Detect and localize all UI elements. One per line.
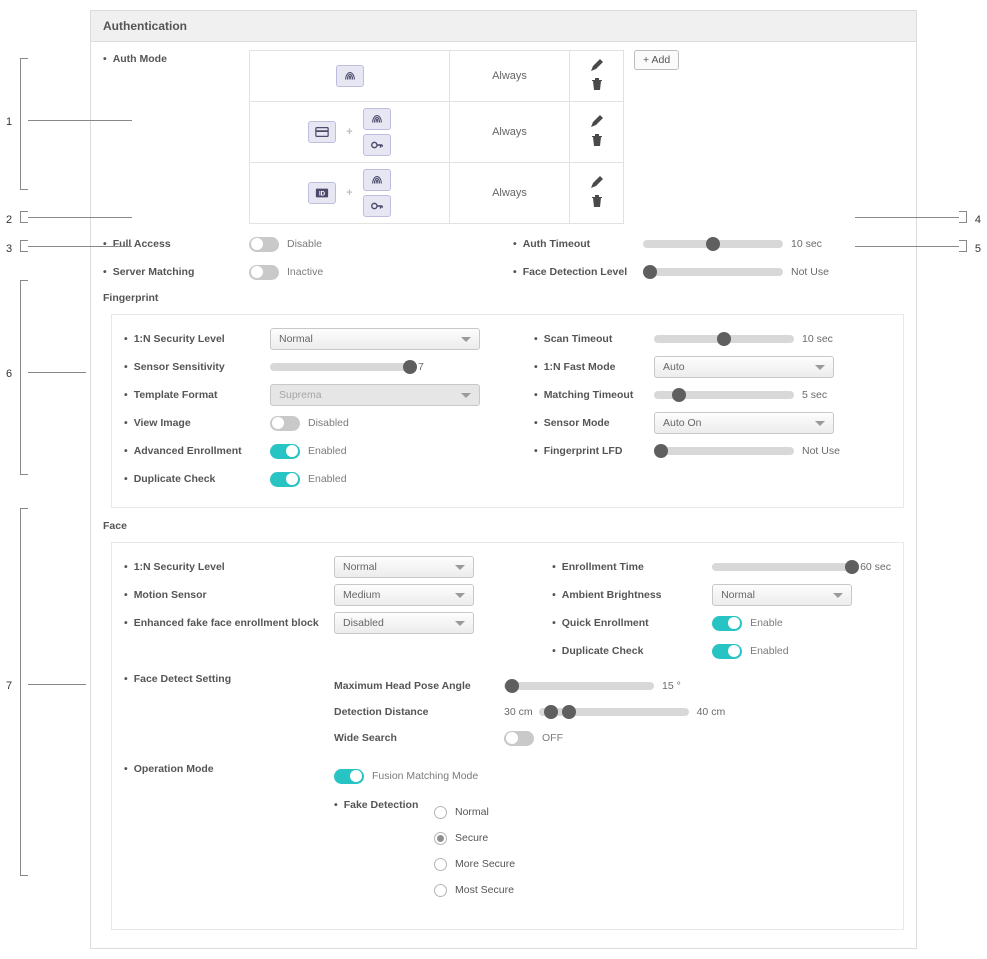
face-dup-check-toggle[interactable]: [712, 644, 742, 659]
key-icon: [363, 134, 391, 156]
radio-icon[interactable]: [434, 858, 447, 871]
quick-enroll-toggle[interactable]: [712, 616, 742, 631]
delete-icon[interactable]: [589, 76, 605, 92]
radio-label: Normal: [455, 806, 489, 818]
fp-dup-check-toggle[interactable]: [270, 472, 300, 487]
chevron-down-icon: [455, 593, 465, 598]
fingerprint-section: 1:N Security Level Normal Sensor Sensiti…: [111, 314, 904, 508]
face-detection-level-field: Face Detection Level Not Use: [513, 258, 904, 286]
template-format-select: Suprema: [270, 384, 480, 406]
authentication-panel: Authentication Auth Mode Always: [90, 10, 917, 949]
callout-5: 5: [975, 243, 981, 255]
auth-mode-label: Auth Mode: [103, 53, 167, 65]
server-matching-field: Server Matching Inactive: [103, 258, 513, 286]
view-image-toggle[interactable]: [270, 416, 300, 431]
chevron-down-icon: [455, 621, 465, 626]
panel-title: Authentication: [91, 11, 916, 42]
edit-icon[interactable]: [589, 174, 605, 190]
callout-7: 7: [6, 680, 12, 692]
head-angle-slider[interactable]: [504, 681, 654, 691]
radio-label: Secure: [455, 832, 488, 844]
schedule-cell: Always: [450, 51, 570, 102]
fast-mode-select[interactable]: Auto: [654, 356, 834, 378]
sensor-sensitivity-slider[interactable]: [270, 362, 410, 372]
ambient-select[interactable]: Normal: [712, 584, 852, 606]
auth-timeout-field: Auth Timeout 10 sec: [513, 230, 904, 258]
chevron-down-icon: [461, 337, 471, 342]
id-icon: [308, 182, 336, 204]
key-icon: [363, 195, 391, 217]
fingerprint-icon: [363, 108, 391, 130]
delete-icon[interactable]: [589, 193, 605, 209]
motion-sensor-select[interactable]: Medium: [334, 584, 474, 606]
radio-icon[interactable]: [434, 832, 447, 845]
callout-1: 1: [6, 116, 12, 128]
fake-detection-option[interactable]: Most Secure: [434, 877, 515, 903]
fingerprint-icon: [363, 169, 391, 191]
chevron-down-icon: [461, 393, 471, 398]
card-icon: [308, 121, 336, 143]
face-title: Face: [103, 520, 904, 532]
face-security-select[interactable]: Normal: [334, 556, 474, 578]
auth-mode-row: Auth Mode Always: [103, 50, 904, 224]
sensor-mode-select[interactable]: Auto On: [654, 412, 834, 434]
adv-enroll-toggle[interactable]: [270, 444, 300, 459]
face-section: 1:N Security Level Normal Motion Sensor …: [111, 542, 904, 930]
fp-security-select[interactable]: Normal: [270, 328, 480, 350]
edit-icon[interactable]: [589, 57, 605, 73]
chevron-down-icon: [455, 565, 465, 570]
edit-icon[interactable]: [589, 113, 605, 129]
fake-block-select[interactable]: Disabled: [334, 612, 474, 634]
auth-mode-table: Always +: [249, 50, 624, 224]
callout-2: 2: [6, 214, 12, 226]
enroll-time-slider[interactable]: [712, 562, 852, 572]
auth-mode-row-1: Always: [250, 51, 624, 102]
radio-label: More Secure: [455, 858, 515, 870]
radio-label: Most Secure: [455, 884, 514, 896]
delete-icon[interactable]: [589, 132, 605, 148]
chevron-down-icon: [833, 593, 843, 598]
auth-mode-row-3: + Always: [250, 163, 624, 224]
server-matching-toggle[interactable]: [249, 265, 279, 280]
chevron-down-icon: [815, 421, 825, 426]
full-access-field: Full Access Disable: [103, 230, 513, 258]
add-button[interactable]: + Add: [634, 50, 679, 70]
lfd-slider[interactable]: [654, 446, 794, 456]
fake-detection-option[interactable]: Secure: [434, 825, 515, 851]
radio-icon[interactable]: [434, 806, 447, 819]
full-access-toggle[interactable]: [249, 237, 279, 252]
match-timeout-slider[interactable]: [654, 390, 794, 400]
callout-6: 6: [6, 368, 12, 380]
fingerprint-icon: [336, 65, 364, 87]
radio-icon[interactable]: [434, 884, 447, 897]
wide-search-toggle[interactable]: [504, 731, 534, 746]
auth-mode-row-2: + Always: [250, 102, 624, 163]
callout-4: 4: [975, 214, 981, 226]
auth-timeout-slider[interactable]: [643, 239, 783, 249]
scan-timeout-slider[interactable]: [654, 334, 794, 344]
face-detection-slider[interactable]: [643, 267, 783, 277]
fake-detection-option[interactable]: Normal: [434, 799, 515, 825]
distance-slider[interactable]: [539, 707, 689, 717]
fake-detection-option[interactable]: More Secure: [434, 851, 515, 877]
chevron-down-icon: [815, 365, 825, 370]
fusion-mode-toggle[interactable]: [334, 769, 364, 784]
fingerprint-title: Fingerprint: [103, 292, 904, 304]
callout-3: 3: [6, 243, 12, 255]
